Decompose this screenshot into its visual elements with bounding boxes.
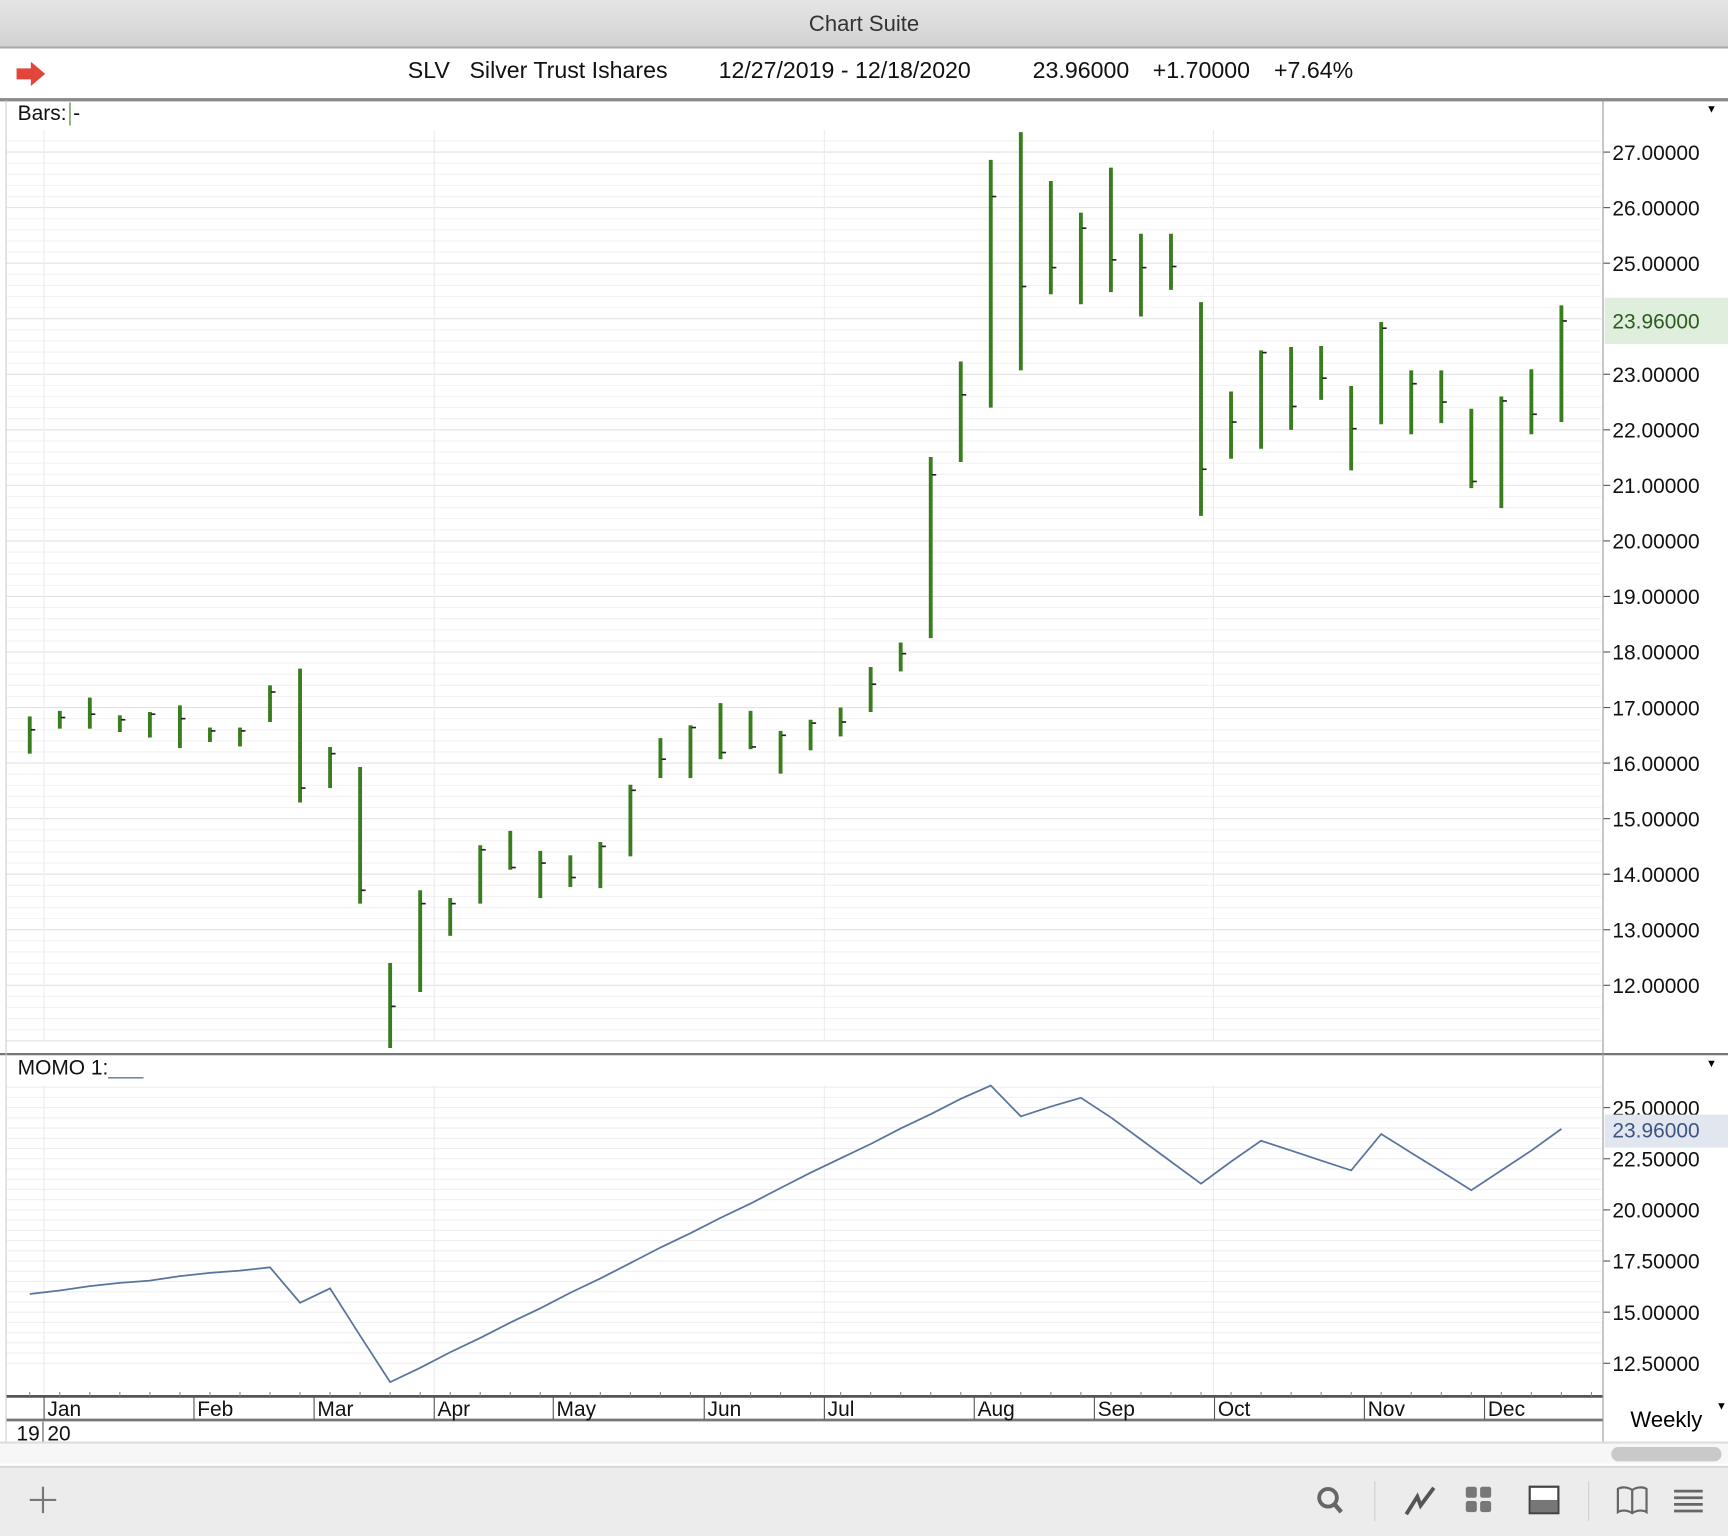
momo-pane-menu-icon[interactable]: ▼ (1706, 1058, 1717, 1070)
month-label: Jan (47, 1398, 81, 1421)
month-label: Nov (1368, 1398, 1406, 1421)
momo-pane-label: MOMO 1:___ (18, 1057, 144, 1081)
y-tick-label: 22.00000 (1612, 420, 1699, 443)
toolbar-divider (1374, 1481, 1376, 1521)
month-label: Apr (438, 1398, 471, 1421)
momo-pane-legend: ___ (108, 1056, 144, 1081)
momo-last-label: 23.96000 (1612, 1120, 1699, 1143)
price-pane-legend: - (69, 102, 81, 126)
momo-line (29, 1084, 1562, 1384)
y-tick-label: 23.00000 (1612, 364, 1699, 387)
y-tick-label: 13.00000 (1612, 919, 1699, 942)
y-tick-label: 16.00000 (1612, 753, 1699, 776)
horizontal-scrollbar[interactable] (0, 1443, 1728, 1464)
month-label: Mar (317, 1398, 353, 1421)
y-tick-label: 20.00000 (1612, 531, 1699, 554)
year-label: 20 (47, 1422, 70, 1445)
y-tick-label: 15.00000 (1612, 808, 1699, 831)
y-tick-label: 14.00000 (1612, 864, 1699, 887)
book-icon[interactable] (1616, 1483, 1649, 1516)
line-chart-icon[interactable] (1404, 1483, 1437, 1516)
price-pane-menu-icon[interactable]: ▼ (1706, 104, 1717, 116)
month-label: Jul (828, 1398, 855, 1421)
last-price-label: 23.96000 (1612, 311, 1699, 334)
add-icon[interactable] (26, 1483, 59, 1516)
panel-layout-icon[interactable] (1528, 1483, 1561, 1516)
toolbar-divider (1588, 1481, 1590, 1521)
y-tick-label: 27.00000 (1612, 142, 1699, 165)
y-tick-label: 25.00000 (1612, 253, 1699, 276)
month-label: Feb (197, 1398, 233, 1421)
scrollbar-thumb[interactable] (1611, 1447, 1722, 1462)
y-tick-label: 21.00000 (1612, 475, 1699, 498)
y-tick-label: 17.50000 (1612, 1251, 1699, 1274)
month-label: Sep (1098, 1398, 1135, 1421)
search-icon[interactable] (1314, 1483, 1347, 1516)
bottom-toolbar (0, 1465, 1728, 1536)
y-tick-label: 17.00000 (1612, 697, 1699, 720)
y-tick-label: 26.00000 (1612, 197, 1699, 220)
list-icon[interactable] (1672, 1483, 1705, 1516)
momo-pane-title: MOMO 1: (17, 1056, 109, 1081)
month-label: Aug (978, 1398, 1015, 1421)
y-tick-label: 19.00000 (1612, 586, 1699, 609)
price-pane-title: Bars: (17, 102, 67, 126)
month-label: Jun (708, 1398, 742, 1421)
y-tick-label: 20.00000 (1612, 1200, 1699, 1223)
month-label: May (557, 1398, 597, 1421)
y-tick-label: 18.00000 (1612, 642, 1699, 665)
y-tick-label: 22.50000 (1612, 1148, 1699, 1171)
period-select-value: Weekly (1630, 1408, 1703, 1433)
grid-icon[interactable] (1462, 1483, 1495, 1516)
y-tick-label: 12.00000 (1612, 975, 1699, 998)
year-label: 19 (17, 1422, 40, 1445)
y-tick-label: 12.50000 (1612, 1353, 1699, 1376)
month-label: Oct (1218, 1398, 1251, 1421)
price-pane-label: Bars: - (17, 102, 81, 126)
chart-area[interactable]: 27.00000 26.00000 25.00000 23.00000 22.00000… (0, 0, 1728, 1534)
chevron-down-icon: ▼ (1715, 1400, 1727, 1413)
y-tick-label: 15.00000 (1612, 1302, 1699, 1325)
period-select[interactable]: Weekly ▼ (1605, 1397, 1728, 1443)
month-label: Dec (1488, 1398, 1525, 1421)
